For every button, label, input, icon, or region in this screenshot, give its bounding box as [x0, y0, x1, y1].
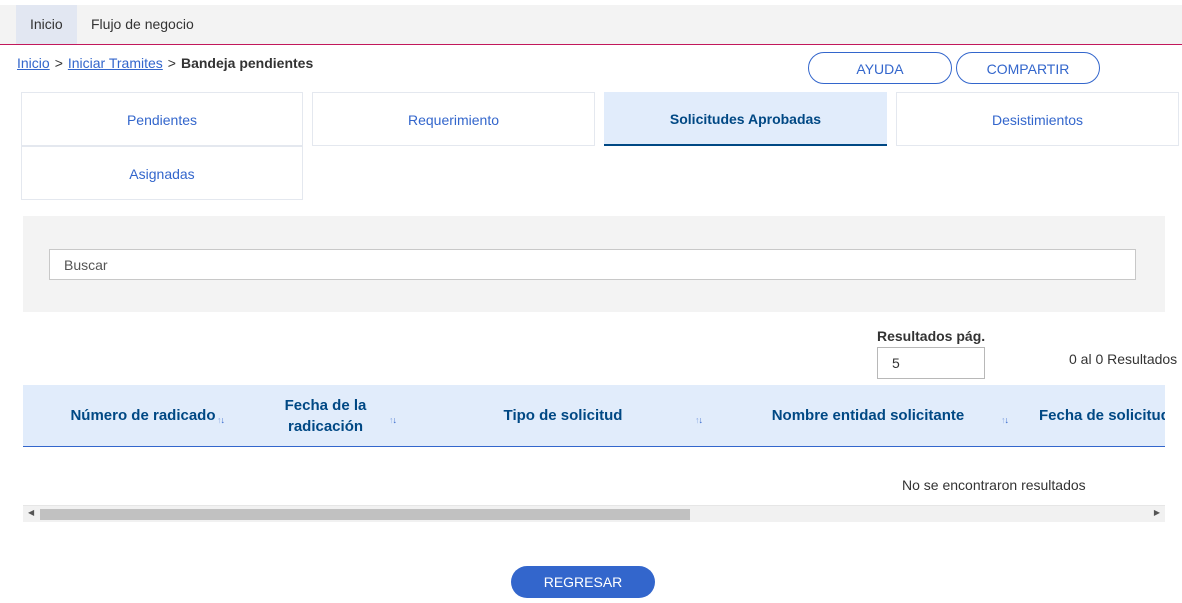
sort-icon[interactable]: ↑↓ — [217, 415, 225, 425]
breadcrumb-separator: > — [54, 55, 63, 71]
table-header: Número de radicado ↑↓ Fecha de la radica… — [23, 385, 1165, 447]
tab-solicitudes-aprobadas[interactable]: Solicitudes Aprobadas — [604, 92, 887, 146]
scroll-left-icon[interactable]: ◀ — [28, 508, 34, 517]
page-size-input[interactable]: 5 — [877, 347, 985, 379]
breadcrumb: Inicio > Iniciar Tramites > Bandeja pendient… — [17, 55, 313, 71]
scrollbar-thumb[interactable] — [40, 509, 690, 520]
column-header-numero-radicado[interactable]: Número de radicado — [43, 385, 243, 446]
column-header-label: Fecha de solicitud — [1039, 407, 1165, 424]
tab-asignadas[interactable]: Asignadas — [21, 146, 303, 200]
results-count: 0 al 0 Resultados — [1069, 351, 1178, 367]
column-header-label: Nombre entidad solicitante — [771, 407, 965, 424]
empty-table-message: No se encontraron resultados — [902, 477, 1086, 493]
tab-pendientes[interactable]: Pendientes — [21, 92, 303, 146]
help-button[interactable]: AYUDA — [808, 52, 952, 84]
breadcrumb-link-inicio[interactable]: Inicio — [17, 55, 50, 71]
tab-desistimientos[interactable]: Desistimientos — [896, 92, 1179, 146]
sort-icon[interactable]: ↑↓ — [389, 415, 397, 425]
horizontal-scrollbar[interactable]: ◀ ▶ — [23, 505, 1165, 522]
nav-item-flujo-de-negocio[interactable]: Flujo de negocio — [77, 5, 208, 44]
column-header-label: Número de radicado — [70, 407, 216, 424]
column-header-tipo-solicitud[interactable]: Tipo de solicitud — [463, 385, 663, 446]
share-button[interactable]: COMPARTIR — [956, 52, 1100, 84]
sort-icon[interactable]: ↑↓ — [1001, 415, 1009, 425]
column-header-label: Tipo de solicitud — [503, 407, 623, 424]
tab-requerimiento[interactable]: Requerimiento — [312, 92, 595, 146]
breadcrumb-current: Bandeja pendientes — [180, 55, 314, 71]
column-header-label: Fecha de la — [284, 396, 367, 414]
sort-icon[interactable]: ↑↓ — [695, 415, 703, 425]
nav-item-inicio[interactable]: Inicio — [16, 5, 77, 44]
page-size-label: Resultados pág. — [877, 328, 986, 344]
search-panel — [23, 216, 1165, 312]
scroll-right-icon[interactable]: ▶ — [1154, 508, 1160, 517]
top-navigation: Inicio Flujo de negocio — [0, 5, 1182, 45]
column-header-nombre-entidad[interactable]: Nombre entidad solicitante — [753, 385, 983, 446]
column-header-fecha-radicacion[interactable]: Fecha de la radicación — [253, 385, 398, 446]
breadcrumb-link-iniciar-tramites[interactable]: Iniciar Tramites — [68, 55, 163, 71]
column-header-fecha-solicitud[interactable]: Fecha de solicitud — [1039, 385, 1165, 446]
back-button[interactable]: REGRESAR — [511, 566, 655, 598]
column-header-label: radicación — [287, 417, 364, 435]
search-input[interactable] — [49, 249, 1136, 280]
breadcrumb-separator: > — [167, 55, 176, 71]
